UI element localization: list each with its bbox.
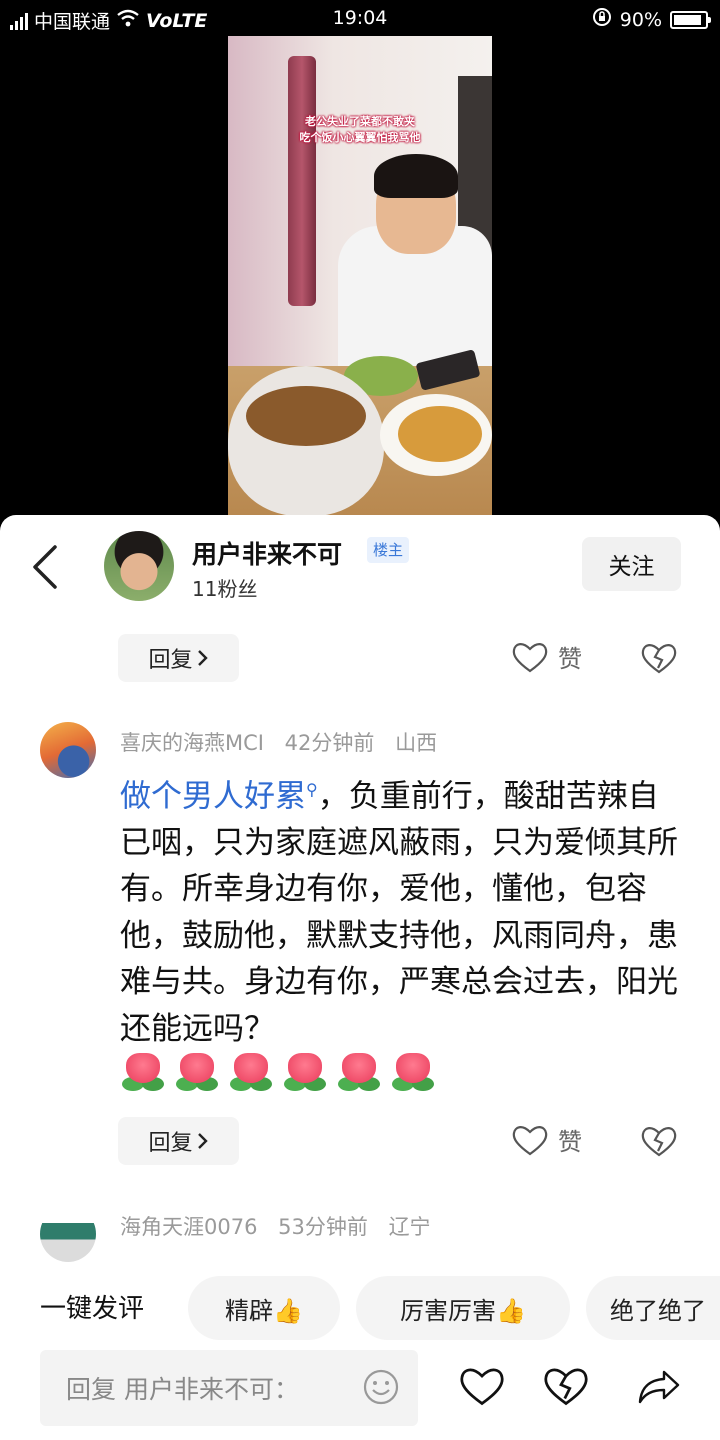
comment-location: 辽宁 xyxy=(388,1215,431,1239)
emoji-row xyxy=(120,1051,436,1095)
input-bar: 回复 用户非来不可： xyxy=(0,1344,720,1440)
quick-reply-chip[interactable]: 精辟👍 xyxy=(188,1276,340,1340)
rotation-lock-icon xyxy=(592,7,612,32)
like-label: 赞 xyxy=(558,645,582,673)
video-person-hair xyxy=(374,154,458,198)
author-avatar[interactable] xyxy=(104,531,174,601)
video-caption-line1: 老公失业了菜都不敢夹 xyxy=(305,115,415,128)
heart-icon[interactable] xyxy=(459,1366,505,1410)
heart-icon xyxy=(512,1124,548,1156)
status-bar: 中国联通 VoLTE 19:04 90% xyxy=(0,0,720,38)
video-caption: 老公失业了菜都不敢夹 吃个饭小心翼翼怕我骂他 xyxy=(228,114,492,146)
topic-link[interactable]: 做个男人好累 xyxy=(120,778,306,814)
tulip-emoji-icon xyxy=(336,1051,382,1095)
comment-avatar[interactable] xyxy=(40,1206,96,1262)
video-player[interactable]: 老公失业了菜都不敢夹 吃个饭小心翼翼怕我骂他 xyxy=(228,36,492,518)
broken-heart-icon[interactable] xyxy=(543,1366,589,1410)
host-badge: 楼主 xyxy=(367,537,410,563)
share-icon[interactable] xyxy=(636,1366,682,1410)
broken-heart-icon[interactable] xyxy=(641,1125,677,1161)
quick-reply-chip[interactable]: 绝了绝了 xyxy=(586,1276,720,1340)
like-button[interactable]: 赞 xyxy=(512,639,582,674)
video-caption-line2: 吃个饭小心翼翼怕我骂他 xyxy=(299,131,421,144)
comment-like-button[interactable]: 赞 xyxy=(512,1122,582,1157)
chevron-right-icon xyxy=(197,1133,208,1149)
battery-percent: 90% xyxy=(619,8,662,31)
quick-reply-chip[interactable]: 厉害厉害👍 xyxy=(356,1276,570,1340)
search-icon: ⚲ xyxy=(306,780,318,799)
tulip-emoji-icon xyxy=(282,1051,328,1095)
back-button[interactable] xyxy=(24,539,64,595)
comment-text: 做个男人好累⚲，负重前行，酸甜苦辣自已咽，只为家庭遮风蔽雨，只为爱倾其所有。所幸… xyxy=(120,767,680,1052)
tulip-emoji-icon xyxy=(228,1051,274,1095)
heart-icon xyxy=(512,641,548,673)
battery-icon xyxy=(670,10,711,29)
reply-button-label: 回复 xyxy=(148,648,193,673)
smile-icon[interactable] xyxy=(362,1368,400,1410)
comment-item: 喜庆的海燕MCI 42分钟前 山西 做个男人好累⚲，负重前行，酸甜苦辣自已咽，只… xyxy=(0,721,720,1191)
comment-location: 山西 xyxy=(395,731,438,755)
comment-meta: 海角天涯0076 53分钟前 辽宁 xyxy=(120,1211,445,1241)
broken-heart-icon[interactable] xyxy=(641,642,677,678)
comment-reply-label: 回复 xyxy=(148,1131,193,1156)
video-food xyxy=(398,406,482,462)
chevron-left-icon xyxy=(33,545,57,589)
quick-reply-label: 一键发评 xyxy=(40,1294,145,1324)
comment-avatar[interactable] xyxy=(40,722,96,778)
tulip-emoji-icon xyxy=(390,1051,436,1095)
comment-username[interactable]: 海角天涯0076 xyxy=(120,1215,257,1239)
comment-like-label: 赞 xyxy=(558,1128,582,1156)
tulip-emoji-icon xyxy=(120,1051,166,1095)
comment-time: 42分钟前 xyxy=(284,731,375,755)
comment-reply-button[interactable]: 回复 xyxy=(118,1117,239,1165)
comment-item: 海角天涯0076 53分钟前 辽宁 xyxy=(0,1205,720,1274)
tulip-emoji-icon xyxy=(174,1051,220,1095)
chevron-right-icon xyxy=(197,650,208,666)
comment-username[interactable]: 喜庆的海燕MCI xyxy=(120,731,264,755)
reply-button[interactable]: 回复 xyxy=(118,634,239,682)
quick-reply-bar: 一键发评 精辟👍 厉害厉害👍 绝了绝了 xyxy=(0,1274,720,1344)
author-name[interactable]: 用户非来不可 xyxy=(192,535,342,571)
comment-time: 53分钟前 xyxy=(278,1215,368,1239)
follow-button[interactable]: 关注 xyxy=(582,537,681,591)
video-soup xyxy=(246,386,366,446)
fans-count: 11粉丝 xyxy=(192,577,258,601)
comment-body: ，负重前行，酸甜苦辣自已咽，只为家庭遮风蔽雨，只为爱倾其所有。所幸身边有你，爱他… xyxy=(120,778,678,1047)
comment-sheet: 用户非来不可 楼主 11粉丝 关注 回复 赞 喜庆的海燕MCI 42分钟前 山西… xyxy=(0,515,720,1440)
video-curtain xyxy=(288,56,316,306)
sheet-header: 用户非来不可 楼主 11粉丝 关注 xyxy=(0,515,720,625)
comment-meta: 喜庆的海燕MCI 42分钟前 山西 xyxy=(120,727,451,757)
